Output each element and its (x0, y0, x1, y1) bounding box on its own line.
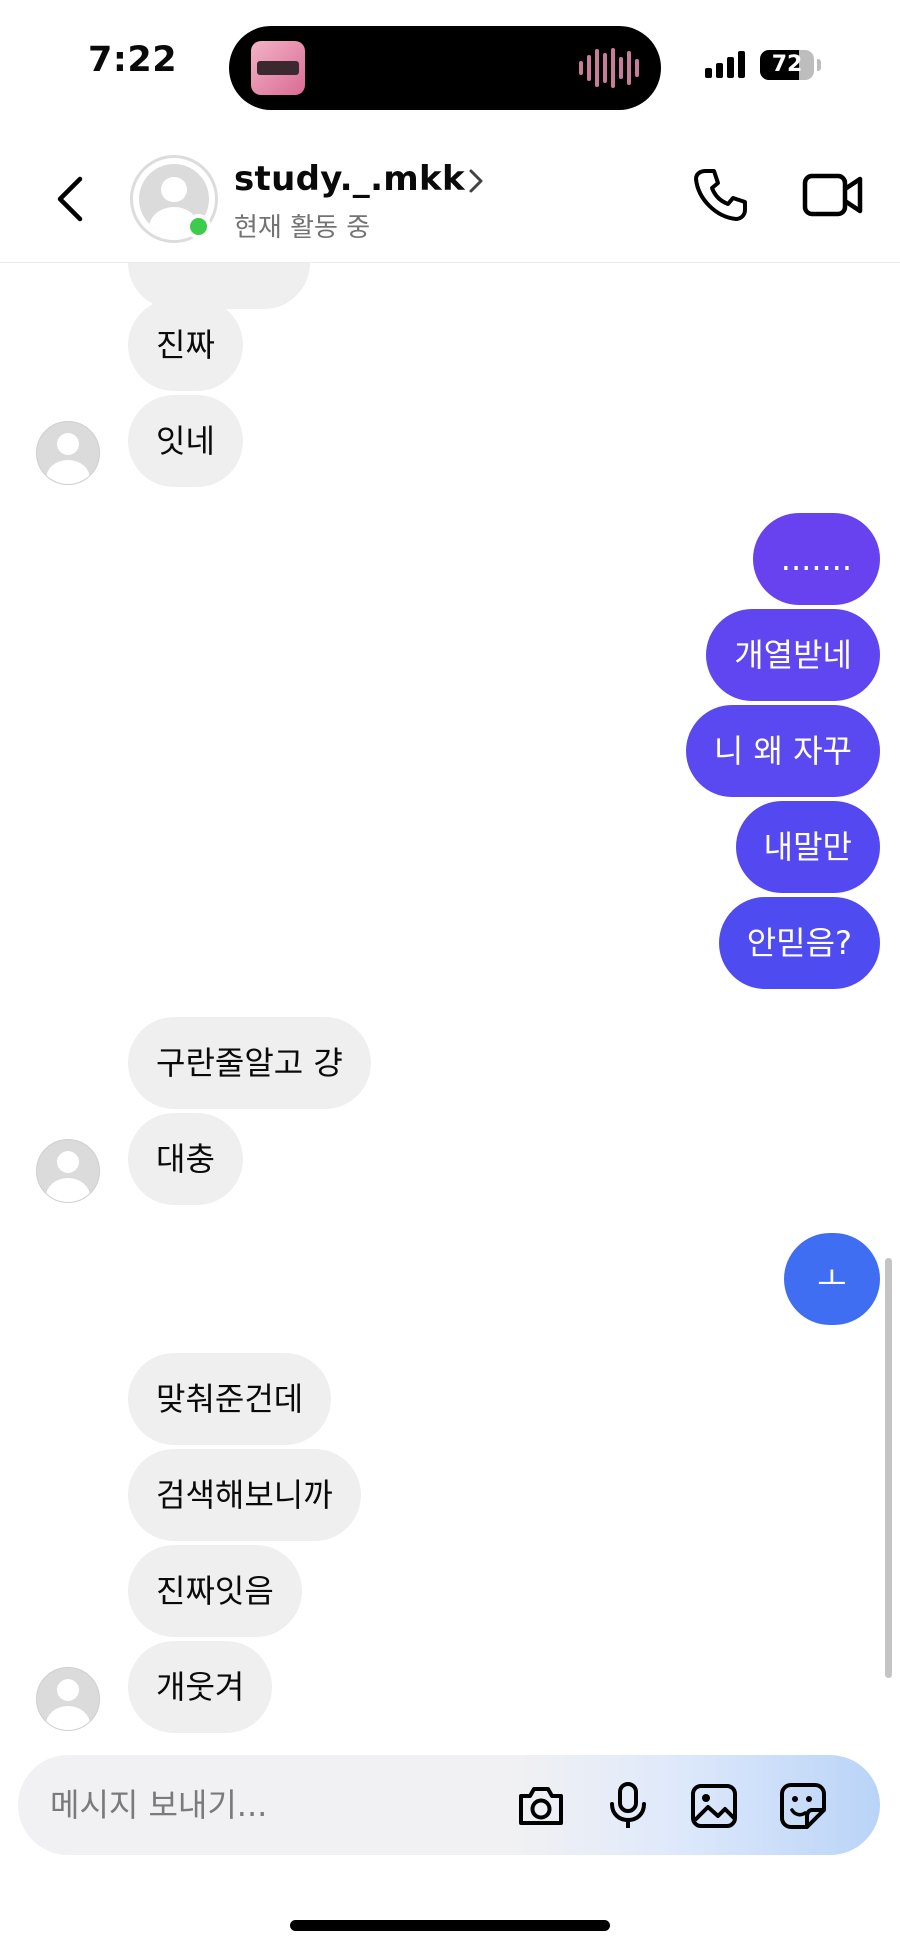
message-bubble-incoming[interactable]: 검색해보니까 (128, 1449, 361, 1541)
gallery-icon[interactable] (688, 1780, 740, 1832)
phone-icon[interactable] (690, 165, 750, 225)
message-bubble-outgoing[interactable]: 니 왜 자꾸 (685, 705, 880, 797)
video-call-icon[interactable] (802, 169, 864, 221)
sender-avatar[interactable] (36, 1667, 100, 1731)
message-bubble-incoming[interactable]: 진짜잇음 (128, 1545, 302, 1637)
message-bubble-outgoing[interactable]: 안믿음? (718, 897, 880, 989)
scrollbar[interactable] (885, 1258, 892, 1678)
camera-icon[interactable] (515, 1780, 567, 1832)
battery-icon: 72 (760, 50, 814, 80)
microphone-icon[interactable] (602, 1780, 654, 1832)
dynamic-island[interactable] (229, 26, 661, 110)
status-time: 7:22 (88, 40, 178, 80)
sender-avatar[interactable] (36, 421, 100, 485)
message-input[interactable] (50, 1755, 490, 1855)
battery-percentage: 72 (771, 52, 803, 77)
battery-cap (817, 59, 821, 71)
home-indicator[interactable] (290, 1920, 610, 1931)
message-bubble-outgoing[interactable]: 내말만 (735, 801, 880, 893)
message-bubble-incoming[interactable]: 구란줄알고 걍 (128, 1017, 371, 1109)
message-bubble-incoming[interactable]: 잇네 (128, 395, 243, 487)
online-status-indicator (186, 214, 211, 239)
sender-avatar[interactable] (36, 1139, 100, 1203)
sticker-icon[interactable] (777, 1780, 829, 1832)
message-bubble-outgoing[interactable]: ㅗ (784, 1233, 880, 1325)
contact-activity-status: 현재 활동 중 (234, 213, 371, 243)
message-composer (18, 1755, 880, 1855)
now-playing-thumbnail (251, 41, 305, 95)
message-bubble-incoming[interactable]: 맞춰준건데 (128, 1353, 332, 1445)
cellular-signal-icon (705, 50, 745, 78)
chat-header: study._.mkk 현재 활동 중 (0, 135, 900, 263)
status-bar: 7:22 72 (0, 0, 900, 135)
message-bubble-incoming[interactable]: 진짜 (128, 299, 243, 391)
message-bubble-outgoing[interactable]: 개열받네 (706, 609, 880, 701)
message-bubble-outgoing[interactable]: ....... (752, 513, 880, 605)
back-button[interactable] (48, 171, 98, 227)
audio-waveform-icon (579, 48, 639, 88)
message-bubble-incoming[interactable]: 개웃겨 (128, 1641, 273, 1733)
message-list[interactable]: 진짜 잇네 ....... 개열받네 니 왜 자꾸 내말만 안믿음? 구란줄알고… (0, 263, 900, 1753)
message-bubble-incoming[interactable]: 대충 (128, 1113, 243, 1205)
chevron-right-icon[interactable] (466, 165, 486, 197)
contact-name[interactable]: study._.mkk (234, 159, 465, 199)
